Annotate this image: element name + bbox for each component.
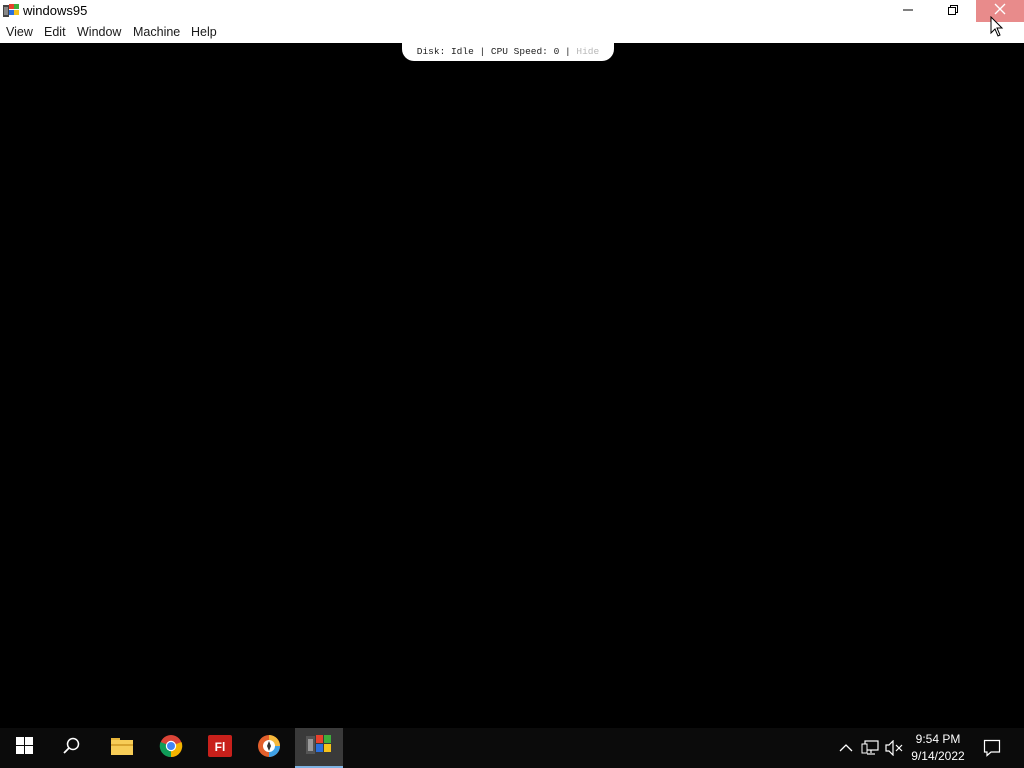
taskbar-clock[interactable]: 9:54 PM 9/14/2022 <box>902 731 974 765</box>
file-explorer-button[interactable] <box>98 728 146 768</box>
svg-text:Fl: Fl <box>215 740 226 754</box>
show-hidden-icons-icon[interactable] <box>836 738 856 758</box>
volume-muted-icon[interactable] <box>884 738 904 758</box>
status-text: Disk: Idle | CPU Speed: 0 | <box>416 45 577 57</box>
chrome-button[interactable] <box>147 728 195 768</box>
network-icon[interactable] <box>860 738 880 758</box>
windows95-app-icon <box>3 3 19 19</box>
windows95-taskbar-button[interactable] <box>295 728 343 768</box>
browser-app-button[interactable] <box>245 728 293 768</box>
title-bar[interactable]: windows95 <box>0 0 1024 22</box>
search-icon <box>63 737 81 760</box>
menu-window[interactable]: Window <box>77 25 121 40</box>
chrome-icon <box>159 734 183 763</box>
fl-app-button[interactable]: Fl <box>196 728 244 768</box>
restore-button[interactable] <box>930 0 976 22</box>
status-bar: Disk: Idle | CPU Speed: 0 | Hide <box>402 41 614 61</box>
clock-time: 9:54 PM <box>915 732 961 746</box>
notification-icon[interactable] <box>982 738 1002 758</box>
search-button[interactable] <box>48 728 96 768</box>
clock-date: 9/14/2022 <box>911 749 965 763</box>
window-title: windows95 <box>23 3 88 18</box>
taskbar: Fl 9:54 PM 9/14/2022 <box>0 728 1024 768</box>
menu-machine[interactable]: Machine <box>133 25 180 40</box>
menu-help[interactable]: Help <box>191 25 217 40</box>
start-icon <box>15 737 33 759</box>
emulator-window: windows95 View Edit Window Machine Help … <box>0 0 1024 728</box>
menu-bar: View Edit Window Machine Help <box>0 22 1024 43</box>
browser-app-icon <box>257 734 281 763</box>
menu-edit[interactable]: Edit <box>44 25 66 40</box>
mouse-cursor-icon <box>990 15 1004 38</box>
minimize-icon <box>903 2 913 20</box>
minimize-button[interactable] <box>885 0 931 22</box>
file-explorer-icon <box>110 736 134 761</box>
hide-status-link[interactable]: Hide <box>576 46 599 57</box>
menu-view[interactable]: View <box>6 25 33 40</box>
fl-app-icon: Fl <box>208 734 232 762</box>
windows95-app-icon <box>306 733 332 762</box>
emulator-screen[interactable] <box>0 61 1024 728</box>
start-button[interactable] <box>0 728 48 768</box>
restore-icon <box>948 2 958 20</box>
